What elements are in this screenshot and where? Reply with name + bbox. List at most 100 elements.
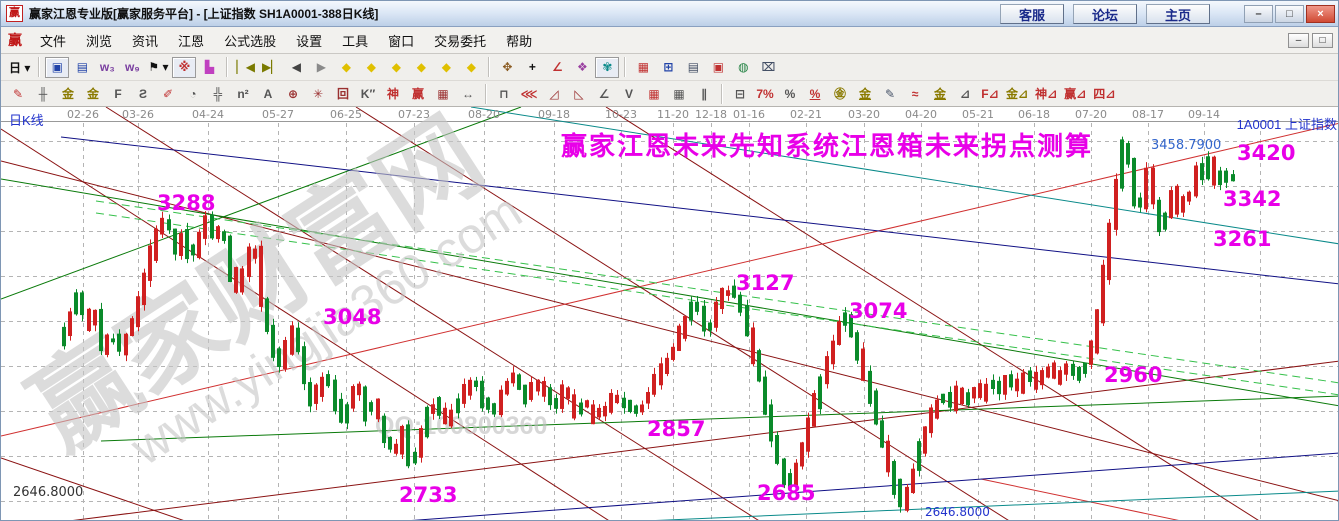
- restore-button[interactable]: □: [1275, 5, 1304, 23]
- t-square-button[interactable]: ⊓: [492, 83, 516, 104]
- low-inner-label: 2646.8000: [925, 505, 990, 519]
- angle-ying-button[interactable]: 赢⊿: [1061, 83, 1089, 104]
- home-button[interactable]: 主页: [1146, 4, 1210, 24]
- menu-item-帮助[interactable]: 帮助: [496, 27, 542, 54]
- date-tick-02-21: 02-21: [783, 108, 829, 121]
- k-mark-button[interactable]: K″: [356, 83, 380, 104]
- date-tick-05-27: 05-27: [255, 108, 301, 121]
- golden-underline-button[interactable]: 金: [928, 83, 952, 104]
- diamond-hspan-button[interactable]: ◆: [384, 57, 408, 78]
- prev-button[interactable]: ◀: [284, 57, 308, 78]
- fibonacci-button[interactable]: F: [106, 83, 130, 104]
- remote-pc-button[interactable]: ⌧: [756, 57, 780, 78]
- calendar-button[interactable]: ▦: [631, 57, 655, 78]
- notes-button[interactable]: ▤: [681, 57, 705, 78]
- angle-shen-button[interactable]: 神⊿: [1032, 83, 1060, 104]
- square-of-nine-button[interactable]: 回: [331, 83, 355, 104]
- chart-canvas[interactable]: [1, 107, 1339, 521]
- wave-band-button[interactable]: ≈: [903, 83, 927, 104]
- last-page-button[interactable]: ▶▏: [259, 57, 283, 78]
- hand-pan-button[interactable]: ✥: [495, 57, 519, 78]
- period-label: 日K线: [9, 110, 44, 129]
- menu-item-设置[interactable]: 设置: [286, 27, 332, 54]
- info-panel-button[interactable]: ▤: [70, 57, 94, 78]
- angle-f-button[interactable]: F⊿: [978, 83, 1002, 104]
- n-square-button[interactable]: n²: [231, 83, 255, 104]
- child-restore-button[interactable]: □: [1312, 33, 1333, 48]
- spiral-button[interactable]: Ƨ: [131, 83, 155, 104]
- menu-item-工具[interactable]: 工具: [332, 27, 378, 54]
- next-button[interactable]: ▶: [309, 57, 333, 78]
- golden-section-button[interactable]: 金: [56, 83, 80, 104]
- grid-box-button[interactable]: ▦: [667, 83, 691, 104]
- angle-measure-button[interactable]: ∠: [545, 57, 569, 78]
- first-page-button[interactable]: ▏◀: [233, 57, 257, 78]
- close-button[interactable]: ×: [1306, 5, 1335, 23]
- percent-button[interactable]: %: [778, 83, 802, 104]
- diamond-expand-button[interactable]: ◆: [409, 57, 433, 78]
- net-sync-button[interactable]: ◍: [731, 57, 755, 78]
- diamond-compress-button[interactable]: ◆: [434, 57, 458, 78]
- draw-brush-button[interactable]: ✎: [6, 83, 30, 104]
- fan-box-button[interactable]: ◿: [542, 83, 566, 104]
- percent-line-button[interactable]: %: [803, 83, 827, 104]
- menu-item-江恩[interactable]: 江恩: [168, 27, 214, 54]
- gann-wheel-button[interactable]: ✳: [306, 83, 330, 104]
- draw-line-button[interactable]: ✐: [156, 83, 180, 104]
- period-candle-button[interactable]: 日 ▾: [6, 57, 33, 78]
- customer-service-button[interactable]: 客服: [1000, 4, 1064, 24]
- fan-lines-button[interactable]: ⋘: [517, 83, 541, 104]
- pen-flag-button[interactable]: ✎: [878, 83, 902, 104]
- angle-a-button[interactable]: A: [256, 83, 280, 104]
- price-scale-button[interactable]: ⊟: [728, 83, 752, 104]
- indicator-chart-button[interactable]: ▙: [197, 57, 221, 78]
- menu-item-浏览[interactable]: 浏览: [76, 27, 122, 54]
- flag-marker-button[interactable]: ⚑ ▾: [145, 57, 171, 78]
- menu-item-窗口[interactable]: 窗口: [378, 27, 424, 54]
- diamond-left-button[interactable]: ◆: [334, 57, 358, 78]
- window-title: 赢家江恩专业版[赢家服务平台] - [上证指数 SH1A0001-388日K线]: [29, 5, 378, 22]
- ying-tool-button[interactable]: 赢: [406, 83, 430, 104]
- save-button[interactable]: ▣: [706, 57, 730, 78]
- wave-9-button[interactable]: w₉: [120, 57, 144, 78]
- trend-angle-button[interactable]: ∠: [592, 83, 616, 104]
- menu-item-资讯[interactable]: 资讯: [122, 27, 168, 54]
- zigzag-button[interactable]: V: [617, 83, 641, 104]
- angle-gold-button[interactable]: 金⊿: [1003, 83, 1031, 104]
- gann-tool-button[interactable]: ※: [172, 57, 196, 78]
- golden-box-button[interactable]: 金: [81, 83, 105, 104]
- red-grid-button[interactable]: ▦: [642, 83, 666, 104]
- menu-item-公式选股[interactable]: 公式选股: [214, 27, 286, 54]
- crosshair-button[interactable]: +: [520, 57, 544, 78]
- gann-annotation: 赢家江恩未来先知系统江恩箱未来拐点测算: [561, 126, 1093, 163]
- percent-7-button[interactable]: 7%: [753, 83, 777, 104]
- golden-circle-button[interactable]: ㊎: [828, 83, 852, 104]
- menu-item-文件[interactable]: 文件: [30, 27, 76, 54]
- date-tick-03-20: 03-20: [841, 108, 887, 121]
- wave-3-button[interactable]: w₃: [95, 57, 119, 78]
- child-minimize-button[interactable]: –: [1288, 33, 1309, 48]
- price-grid-button[interactable]: ╬: [206, 83, 230, 104]
- angle-si-button[interactable]: 四⊿: [1090, 83, 1118, 104]
- pivot-label-2733: 2733: [399, 483, 457, 507]
- diamond-all-button[interactable]: ◆: [459, 57, 483, 78]
- time-grid-button[interactable]: ╫: [31, 83, 55, 104]
- forum-button[interactable]: 论坛: [1073, 4, 1137, 24]
- parallel-lines-button[interactable]: ∥: [692, 83, 716, 104]
- gann-compass-button[interactable]: ⊕: [281, 83, 305, 104]
- angle-j-button[interactable]: ⊿: [953, 83, 977, 104]
- gann-box-button[interactable]: ❖: [570, 57, 594, 78]
- golden-line-button[interactable]: 金: [853, 83, 877, 104]
- menu-item-交易委托[interactable]: 交易委托: [424, 27, 496, 54]
- shen-tool-button[interactable]: 神: [381, 83, 405, 104]
- box-fan-button[interactable]: ◺: [567, 83, 591, 104]
- minimize-button[interactable]: –: [1244, 5, 1273, 23]
- calculator-button[interactable]: ⊞: [656, 57, 680, 78]
- diamond-right-button[interactable]: ◆: [359, 57, 383, 78]
- zoom-region-button[interactable]: ▣: [45, 57, 69, 78]
- time-cycle-button[interactable]: ◔: [181, 83, 205, 104]
- ruler-123-button[interactable]: ▦: [431, 83, 455, 104]
- pivot-label-2960: 2960: [1104, 363, 1162, 387]
- span-measure-button[interactable]: ↔: [456, 83, 480, 104]
- smart-brain-button[interactable]: ✾: [595, 57, 619, 78]
